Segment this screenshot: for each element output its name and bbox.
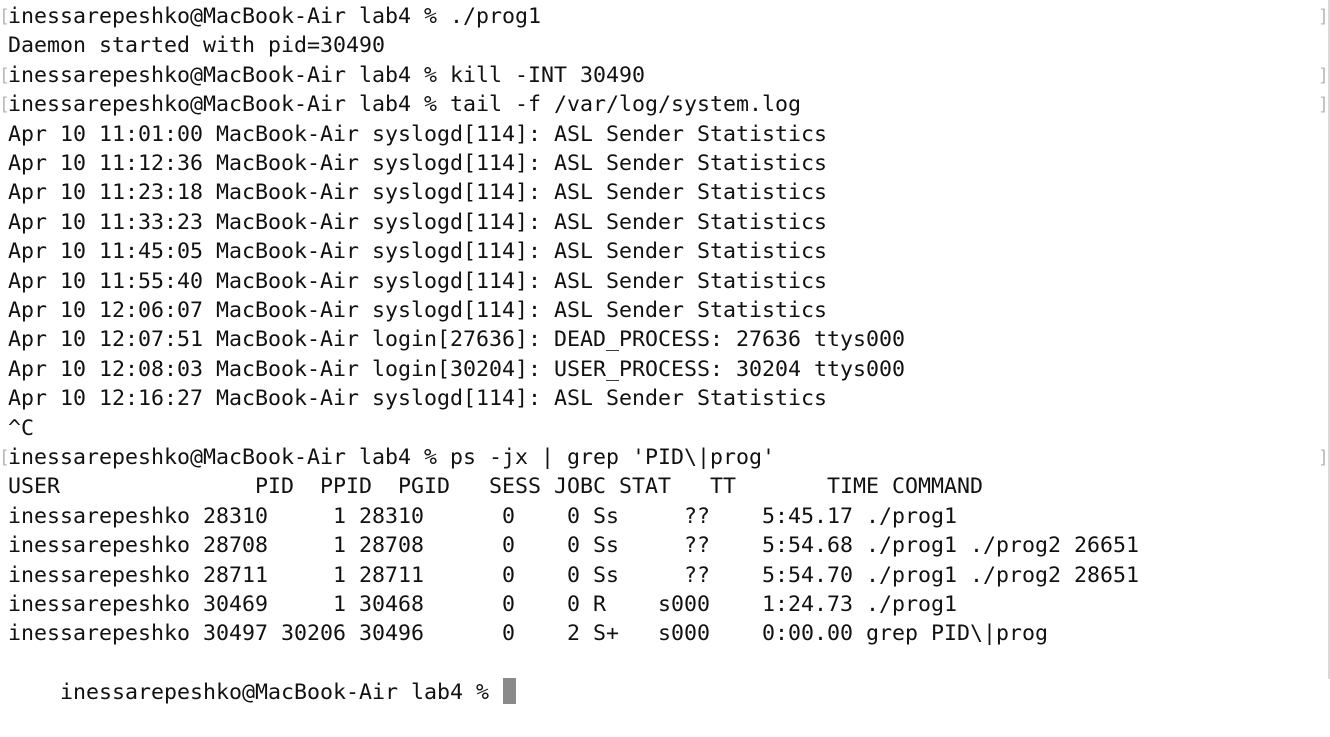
output-line: inessarepeshko 28310 1 28310 0 0 Ss ?? 5… — [8, 503, 958, 529]
output-line: Daemon started with pid=30490 — [8, 33, 386, 59]
output-line: Apr 10 12:16:27 MacBook-Air syslogd[114]… — [8, 386, 828, 412]
mark-bracket-left: [ — [0, 64, 10, 86]
command-line: inessarepeshko@MacBook-Air lab4 % tail -… — [8, 92, 802, 118]
mark-bracket-left: [ — [0, 94, 10, 116]
output-line: Apr 10 11:55:40 MacBook-Air syslogd[114]… — [8, 268, 828, 294]
output-line: Apr 10 12:08:03 MacBook-Air login[30204]… — [8, 356, 906, 382]
terminal-window[interactable]: inessarepeshko@MacBook-Air lab4 % ./prog… — [0, 0, 1330, 705]
command-line: inessarepeshko@MacBook-Air lab4 % ./prog… — [8, 4, 542, 29]
mark-bracket-right: ] — [1318, 6, 1329, 27]
output-line: inessarepeshko 30497 30206 30496 0 2 S+ … — [8, 621, 1049, 647]
output-line: inessarepeshko 28711 1 28711 0 0 Ss ?? 5… — [8, 562, 1140, 588]
output-line: Apr 10 11:23:18 MacBook-Air syslogd[114]… — [8, 180, 828, 206]
command-line: inessarepeshko@MacBook-Air lab4 % ps -jx… — [8, 445, 776, 470]
mark-bracket-left: [ — [0, 447, 10, 468]
output-line: Apr 10 11:01:00 MacBook-Air syslogd[114]… — [8, 121, 828, 147]
mark-bracket-left: [ — [0, 6, 10, 27]
mark-bracket-right: ] — [1318, 94, 1329, 116]
current-prompt-line[interactable]: inessarepeshko@MacBook-Air lab4 % — [8, 649, 517, 705]
output-line: Apr 10 11:45:05 MacBook-Air syslogd[114]… — [8, 239, 828, 265]
output-line: Apr 10 12:07:51 MacBook-Air login[27636]… — [8, 327, 906, 353]
output-line: USER PID PPID PGID SESS JOBC STAT TT TIM… — [8, 474, 984, 500]
command-line: inessarepeshko@MacBook-Air lab4 % kill -… — [8, 62, 646, 88]
text-cursor — [503, 678, 517, 705]
output-line: Apr 10 12:06:07 MacBook-Air syslogd[114]… — [8, 298, 828, 323]
output-line: inessarepeshko 28708 1 28708 0 0 Ss ?? 5… — [8, 533, 1140, 559]
mark-bracket-right: ] — [1318, 447, 1329, 468]
output-line: Apr 10 11:33:23 MacBook-Air syslogd[114]… — [8, 209, 828, 235]
current-prompt: inessarepeshko@MacBook-Air lab4 % — [60, 680, 503, 706]
output-line: ^C — [8, 415, 35, 441]
mark-bracket-right: ] — [1318, 64, 1329, 86]
output-line: Apr 10 11:12:36 MacBook-Air syslogd[114]… — [8, 151, 828, 176]
output-line: inessarepeshko 30469 1 30468 0 0 R s000 … — [8, 592, 958, 617]
